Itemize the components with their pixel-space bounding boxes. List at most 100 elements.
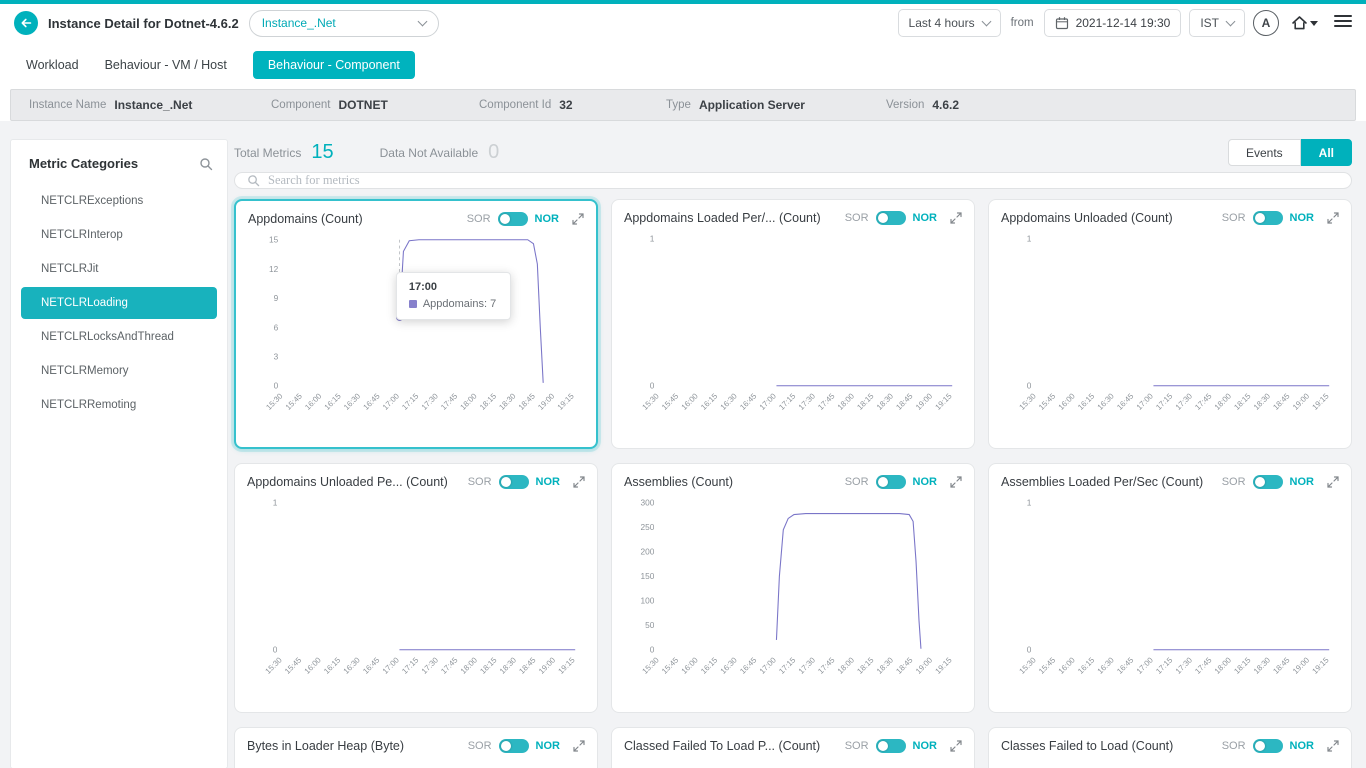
metric-name: Appdomains <box>248 212 321 226</box>
sor-nor-toggle[interactable] <box>876 211 906 225</box>
metric-card[interactable]: Appdomains Unloaded (Count) SOR NOR 0115… <box>988 199 1352 449</box>
events-button[interactable]: Events <box>1228 139 1301 166</box>
metric-name: Appdomains Unloaded Pe... <box>247 475 406 489</box>
chevron-down-icon <box>981 16 991 26</box>
time-range-select[interactable]: Last 4 hours <box>898 9 1001 37</box>
sor-nor-toggle[interactable] <box>499 475 529 489</box>
expand-icon[interactable] <box>950 476 962 488</box>
svg-text:18:00: 18:00 <box>1213 391 1234 412</box>
back-button[interactable] <box>14 11 38 35</box>
home-button[interactable] <box>1291 15 1318 31</box>
sidebar-item-netclrloading[interactable]: NETCLRLoading <box>21 287 217 319</box>
expand-icon[interactable] <box>1327 740 1339 752</box>
metric-card[interactable]: Classes Failed to Load (Count) SOR NOR <box>988 727 1352 768</box>
svg-text:16:00: 16:00 <box>303 655 324 676</box>
sor-nor-toggle[interactable] <box>1253 211 1283 225</box>
nor-label: NOR <box>536 476 560 488</box>
view-tabs: Workload Behaviour - VM / Host Behaviour… <box>0 42 1366 89</box>
metric-card[interactable]: Assemblies Loaded Per/Sec (Count) SOR NO… <box>988 463 1352 713</box>
metric-card-title: Bytes in Loader Heap (Byte) <box>247 737 460 755</box>
metric-card-title: Appdomains Loaded Per/... (Count) <box>624 209 837 227</box>
metric-card-title: Assemblies (Count) <box>624 473 837 491</box>
info-component-id: Component Id32 <box>479 98 666 112</box>
svg-text:16:00: 16:00 <box>1057 391 1078 412</box>
all-button[interactable]: All <box>1301 139 1352 166</box>
sidebar-item-netclrexceptions[interactable]: NETCLRExceptions <box>21 185 217 217</box>
line-chart[interactable]: 05010015020025030015:3015:4516:0016:1516… <box>624 493 962 695</box>
line-chart[interactable]: 0369121515:3015:4516:0016:1516:3016:4517… <box>248 230 584 431</box>
expand-icon[interactable] <box>573 740 585 752</box>
avatar[interactable]: A <box>1253 10 1279 36</box>
total-metrics-value: 15 <box>311 141 333 164</box>
chart-area[interactable]: 05010015020025030015:3015:4516:0016:1516… <box>624 493 962 695</box>
chart-area[interactable]: 0369121515:3015:4516:0016:1516:3016:4517… <box>248 230 584 431</box>
svg-text:18:30: 18:30 <box>875 655 896 676</box>
sor-nor-toggle[interactable] <box>1253 475 1283 489</box>
expand-icon[interactable] <box>950 740 962 752</box>
tab-behaviour-vm-host[interactable]: Behaviour - VM / Host <box>105 51 227 79</box>
instance-info-bar: Instance NameInstance_.Net ComponentDOTN… <box>10 89 1356 121</box>
expand-icon[interactable] <box>573 476 585 488</box>
sidebar-category-label: NETCLRInterop <box>41 229 123 241</box>
series-swatch-icon <box>409 300 417 308</box>
expand-icon[interactable] <box>1327 212 1339 224</box>
line-chart[interactable]: 0115:3015:4516:0016:1516:3016:4517:0017:… <box>1001 493 1339 695</box>
expand-icon[interactable] <box>1327 476 1339 488</box>
timezone-select[interactable]: IST <box>1189 9 1245 37</box>
metric-card[interactable]: Bytes in Loader Heap (Byte) SOR NOR <box>234 727 598 768</box>
time-range-value: Last 4 hours <box>909 16 975 30</box>
metric-card[interactable]: Appdomains Loaded Per/... (Count) SOR NO… <box>611 199 975 449</box>
chart-area[interactable]: 0115:3015:4516:0016:1516:3016:4517:0017:… <box>1001 493 1339 695</box>
tooltip-time: 17:00 <box>409 281 496 293</box>
chart-area[interactable]: 0115:3015:4516:0016:1516:3016:4517:0017:… <box>1001 229 1339 431</box>
metric-card[interactable]: Classed Failed To Load P... (Count) SOR … <box>611 727 975 768</box>
sidebar-item-netclrremoting[interactable]: NETCLRRemoting <box>21 389 217 421</box>
svg-text:15:45: 15:45 <box>1037 391 1058 412</box>
sidebar-item-netclrmemory[interactable]: NETCLRMemory <box>21 355 217 387</box>
sor-nor-toggle[interactable] <box>498 212 528 226</box>
chart-area[interactable]: 0115:3015:4516:0016:1516:3016:4517:0017:… <box>247 493 585 695</box>
metric-card[interactable]: Appdomains (Count) SOR NOR 0369121515:30… <box>234 199 598 449</box>
tab-behaviour-component[interactable]: Behaviour - Component <box>253 51 415 79</box>
metric-unit: (Count) <box>779 739 821 753</box>
sor-label: SOR <box>468 740 492 752</box>
line-chart[interactable]: 0115:3015:4516:0016:1516:3016:4517:0017:… <box>624 229 962 431</box>
svg-text:15: 15 <box>269 236 279 245</box>
line-chart[interactable]: 0115:3015:4516:0016:1516:3016:4517:0017:… <box>1001 229 1339 431</box>
sor-nor-toggle[interactable] <box>499 739 529 753</box>
sidebar-category-label: NETCLRRemoting <box>41 399 136 411</box>
instance-select-value: Instance_.Net <box>262 16 411 30</box>
date-picker[interactable]: 2021-12-14 19:30 <box>1044 9 1182 37</box>
nor-label: NOR <box>1290 740 1314 752</box>
svg-text:18:00: 18:00 <box>459 655 480 676</box>
sidebar-item-netclrlocksandthread[interactable]: NETCLRLocksAndThread <box>21 321 217 353</box>
svg-text:50: 50 <box>645 620 655 630</box>
svg-text:19:15: 19:15 <box>1310 655 1331 676</box>
menu-button[interactable] <box>1334 14 1352 33</box>
metric-card[interactable]: Appdomains Unloaded Pe... (Count) SOR NO… <box>234 463 598 713</box>
nor-label: NOR <box>913 212 937 224</box>
sidebar-item-netclrinterop[interactable]: NETCLRInterop <box>21 219 217 251</box>
sidebar-item-netclrjit[interactable]: NETCLRJit <box>21 253 217 285</box>
expand-icon[interactable] <box>572 213 584 225</box>
metric-card[interactable]: Assemblies (Count) SOR NOR 0501001502002… <box>611 463 975 713</box>
svg-text:15:45: 15:45 <box>284 392 304 412</box>
sor-nor-toggle[interactable] <box>1253 739 1283 753</box>
line-chart[interactable]: 0115:3015:4516:0016:1516:3016:4517:0017:… <box>247 493 585 695</box>
instance-select[interactable]: Instance_.Net <box>249 10 439 37</box>
search-input[interactable] <box>268 173 1339 188</box>
expand-icon[interactable] <box>950 212 962 224</box>
chart-area[interactable]: 0115:3015:4516:0016:1516:3016:4517:0017:… <box>624 229 962 431</box>
toggle-knob <box>878 741 888 751</box>
svg-text:15:30: 15:30 <box>1017 391 1038 412</box>
metric-unit: (Count) <box>321 212 363 226</box>
svg-text:12: 12 <box>269 265 279 274</box>
info-component: ComponentDOTNET <box>271 98 479 112</box>
svg-text:1: 1 <box>650 234 655 244</box>
search-icon[interactable] <box>199 157 213 171</box>
sor-nor-toggle[interactable] <box>876 739 906 753</box>
sor-nor-toggle[interactable] <box>876 475 906 489</box>
tab-workload[interactable]: Workload <box>26 51 79 79</box>
nor-label: NOR <box>1290 476 1314 488</box>
svg-text:18:30: 18:30 <box>497 391 518 412</box>
